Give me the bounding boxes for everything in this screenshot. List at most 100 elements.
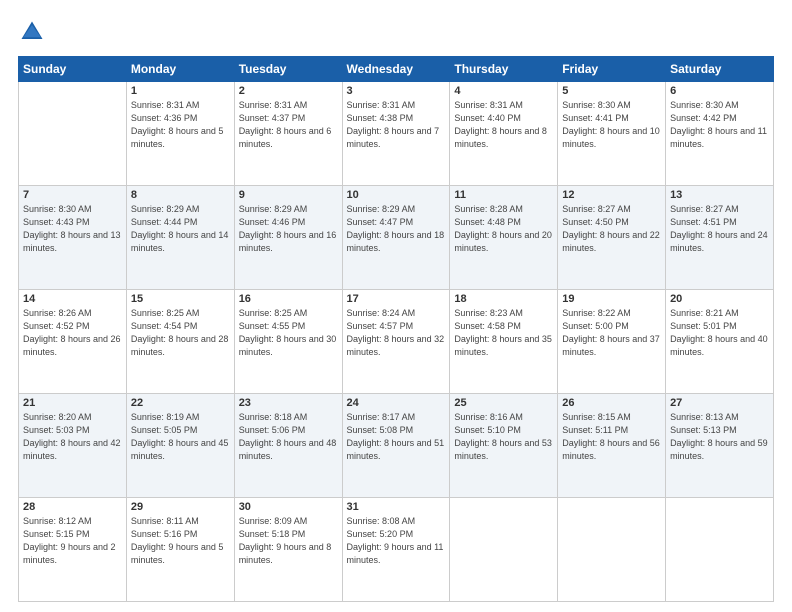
- day-cell: [450, 498, 558, 602]
- day-info: Sunrise: 8:12 AM Sunset: 5:15 PM Dayligh…: [23, 515, 122, 567]
- day-cell: 24 Sunrise: 8:17 AM Sunset: 5:08 PM Dayli…: [342, 394, 450, 498]
- day-number: 24: [347, 397, 446, 409]
- header-cell-wednesday: Wednesday: [342, 57, 450, 82]
- day-number: 1: [131, 85, 230, 97]
- day-info: Sunrise: 8:29 AM Sunset: 4:44 PM Dayligh…: [131, 203, 230, 255]
- day-number: 9: [239, 189, 338, 201]
- day-number: 18: [454, 293, 553, 305]
- day-info: Sunrise: 8:13 AM Sunset: 5:13 PM Dayligh…: [670, 411, 769, 463]
- day-cell: 11Sunrise: 8:28 AM Sunset: 4:48 PM Dayli…: [450, 186, 558, 290]
- day-info: Sunrise: 8:25 AM Sunset: 4:55 PM Dayligh…: [239, 307, 338, 359]
- day-info: Sunrise: 8:09 AM Sunset: 5:18 PM Dayligh…: [239, 515, 338, 567]
- day-cell: 5 Sunrise: 8:30 AM Sunset: 4:41 PM Daylig…: [558, 82, 666, 186]
- day-info: Sunrise: 8:19 AM Sunset: 5:05 PM Dayligh…: [131, 411, 230, 463]
- day-cell: [19, 82, 127, 186]
- day-cell: 12 Sunrise: 8:27 AM Sunset: 4:50 PM Dayli…: [558, 186, 666, 290]
- logo: [18, 18, 50, 46]
- header-cell-friday: Friday: [558, 57, 666, 82]
- day-cell: 15 Sunrise: 8:25 AM Sunset: 4:54 PM Dayli…: [126, 290, 234, 394]
- week-row-2: 14 Sunrise: 8:26 AM Sunset: 4:52 PM Dayli…: [19, 290, 774, 394]
- header-cell-sunday: Sunday: [19, 57, 127, 82]
- day-number: 28: [23, 501, 122, 513]
- day-number: 15: [131, 293, 230, 305]
- day-info: Sunrise: 8:31 AM Sunset: 4:40 PM Dayligh…: [454, 99, 553, 151]
- day-cell: 29 Sunrise: 8:11 AM Sunset: 5:16 PM Dayli…: [126, 498, 234, 602]
- day-number: 14: [23, 293, 122, 305]
- day-number: 25: [454, 397, 553, 409]
- day-info: Sunrise: 8:27 AM Sunset: 4:51 PM Dayligh…: [670, 203, 769, 255]
- day-number: 13: [670, 189, 769, 201]
- day-info: Sunrise: 8:15 AM Sunset: 5:11 PM Dayligh…: [562, 411, 661, 463]
- day-cell: 3 Sunrise: 8:31 AM Sunset: 4:38 PM Daylig…: [342, 82, 450, 186]
- day-info: Sunrise: 8:11 AM Sunset: 5:16 PM Dayligh…: [131, 515, 230, 567]
- day-cell: 14 Sunrise: 8:26 AM Sunset: 4:52 PM Dayli…: [19, 290, 127, 394]
- day-cell: 31 Sunrise: 8:08 AM Sunset: 5:20 PM Dayli…: [342, 498, 450, 602]
- day-cell: 8 Sunrise: 8:29 AM Sunset: 4:44 PM Daylig…: [126, 186, 234, 290]
- day-number: 16: [239, 293, 338, 305]
- day-cell: 7 Sunrise: 8:30 AM Sunset: 4:43 PM Daylig…: [19, 186, 127, 290]
- day-number: 4: [454, 85, 553, 97]
- day-cell: 30Sunrise: 8:09 AM Sunset: 5:18 PM Dayli…: [234, 498, 342, 602]
- day-info: Sunrise: 8:31 AM Sunset: 4:38 PM Dayligh…: [347, 99, 446, 151]
- day-info: Sunrise: 8:27 AM Sunset: 4:50 PM Dayligh…: [562, 203, 661, 255]
- header-cell-monday: Monday: [126, 57, 234, 82]
- day-number: 6: [670, 85, 769, 97]
- day-number: 7: [23, 189, 122, 201]
- day-info: Sunrise: 8:17 AM Sunset: 5:08 PM Dayligh…: [347, 411, 446, 463]
- day-cell: 2Sunrise: 8:31 AM Sunset: 4:37 PM Daylig…: [234, 82, 342, 186]
- day-cell: 4 Sunrise: 8:31 AM Sunset: 4:40 PM Daylig…: [450, 82, 558, 186]
- calendar: SundayMondayTuesdayWednesdayThursdayFrid…: [18, 56, 774, 602]
- day-cell: 22 Sunrise: 8:19 AM Sunset: 5:05 PM Dayli…: [126, 394, 234, 498]
- day-info: Sunrise: 8:16 AM Sunset: 5:10 PM Dayligh…: [454, 411, 553, 463]
- day-number: 19: [562, 293, 661, 305]
- day-number: 26: [562, 397, 661, 409]
- day-cell: 19Sunrise: 8:22 AM Sunset: 5:00 PM Dayli…: [558, 290, 666, 394]
- day-cell: 16 Sunrise: 8:25 AM Sunset: 4:55 PM Dayli…: [234, 290, 342, 394]
- page: SundayMondayTuesdayWednesdayThursdayFrid…: [0, 0, 792, 612]
- header-cell-tuesday: Tuesday: [234, 57, 342, 82]
- day-cell: 17 Sunrise: 8:24 AM Sunset: 4:57 PM Dayli…: [342, 290, 450, 394]
- day-number: 12: [562, 189, 661, 201]
- day-number: 3: [347, 85, 446, 97]
- day-cell: [666, 498, 774, 602]
- logo-icon: [18, 18, 46, 46]
- day-number: 22: [131, 397, 230, 409]
- day-cell: 10Sunrise: 8:29 AM Sunset: 4:47 PM Dayli…: [342, 186, 450, 290]
- day-number: 20: [670, 293, 769, 305]
- day-info: Sunrise: 8:30 AM Sunset: 4:42 PM Dayligh…: [670, 99, 769, 151]
- day-info: Sunrise: 8:31 AM Sunset: 4:36 PM Dayligh…: [131, 99, 230, 151]
- day-info: Sunrise: 8:25 AM Sunset: 4:54 PM Dayligh…: [131, 307, 230, 359]
- day-info: Sunrise: 8:20 AM Sunset: 5:03 PM Dayligh…: [23, 411, 122, 463]
- day-cell: [558, 498, 666, 602]
- day-cell: 23Sunrise: 8:18 AM Sunset: 5:06 PM Dayli…: [234, 394, 342, 498]
- day-number: 29: [131, 501, 230, 513]
- day-number: 23: [239, 397, 338, 409]
- day-number: 11: [454, 189, 553, 201]
- day-info: Sunrise: 8:26 AM Sunset: 4:52 PM Dayligh…: [23, 307, 122, 359]
- day-info: Sunrise: 8:23 AM Sunset: 4:58 PM Dayligh…: [454, 307, 553, 359]
- week-row-0: 1 Sunrise: 8:31 AM Sunset: 4:36 PM Daylig…: [19, 82, 774, 186]
- day-number: 21: [23, 397, 122, 409]
- day-cell: 20 Sunrise: 8:21 AM Sunset: 5:01 PM Dayli…: [666, 290, 774, 394]
- day-number: 27: [670, 397, 769, 409]
- day-info: Sunrise: 8:24 AM Sunset: 4:57 PM Dayligh…: [347, 307, 446, 359]
- day-number: 31: [347, 501, 446, 513]
- day-cell: 26 Sunrise: 8:15 AM Sunset: 5:11 PM Dayli…: [558, 394, 666, 498]
- day-number: 17: [347, 293, 446, 305]
- day-cell: 6 Sunrise: 8:30 AM Sunset: 4:42 PM Daylig…: [666, 82, 774, 186]
- day-cell: 21 Sunrise: 8:20 AM Sunset: 5:03 PM Dayli…: [19, 394, 127, 498]
- day-info: Sunrise: 8:21 AM Sunset: 5:01 PM Dayligh…: [670, 307, 769, 359]
- day-number: 5: [562, 85, 661, 97]
- day-info: Sunrise: 8:30 AM Sunset: 4:41 PM Dayligh…: [562, 99, 661, 151]
- header-row: SundayMondayTuesdayWednesdayThursdayFrid…: [19, 57, 774, 82]
- day-cell: 18 Sunrise: 8:23 AM Sunset: 4:58 PM Dayli…: [450, 290, 558, 394]
- day-info: Sunrise: 8:29 AM Sunset: 4:46 PM Dayligh…: [239, 203, 338, 255]
- day-info: Sunrise: 8:30 AM Sunset: 4:43 PM Dayligh…: [23, 203, 122, 255]
- day-info: Sunrise: 8:08 AM Sunset: 5:20 PM Dayligh…: [347, 515, 446, 567]
- day-cell: 13 Sunrise: 8:27 AM Sunset: 4:51 PM Dayli…: [666, 186, 774, 290]
- header-cell-saturday: Saturday: [666, 57, 774, 82]
- day-cell: 25 Sunrise: 8:16 AM Sunset: 5:10 PM Dayli…: [450, 394, 558, 498]
- day-cell: 9 Sunrise: 8:29 AM Sunset: 4:46 PM Daylig…: [234, 186, 342, 290]
- day-number: 8: [131, 189, 230, 201]
- day-info: Sunrise: 8:31 AM Sunset: 4:37 PM Dayligh…: [239, 99, 338, 151]
